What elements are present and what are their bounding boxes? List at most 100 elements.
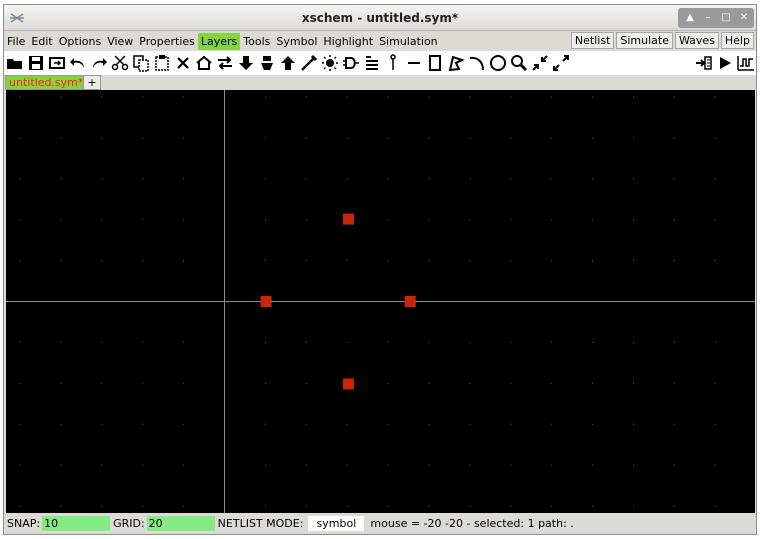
tab-bar: untitled.sym* + [4,75,756,90]
menu-symbol[interactable]: Symbol [273,33,320,50]
polygon-icon[interactable] [445,52,466,74]
menu-edit[interactable]: Edit [28,33,55,50]
canvas-grid[interactable] [6,90,755,513]
paste-icon[interactable] [151,52,172,74]
grid-dot [510,382,512,384]
zoom-icon[interactable] [508,52,529,74]
symbol-pin-0[interactable] [343,213,354,225]
symbol-pin-1[interactable] [260,296,272,307]
window-title: xschem - untitled.sym* [301,11,459,25]
wire-icon[interactable] [298,52,319,74]
grid-dot [19,219,21,221]
menu-simulation[interactable]: Simulation [376,33,441,50]
highlight-icon[interactable] [319,52,340,74]
push-down-icon[interactable] [235,52,256,74]
undo-icon[interactable] [67,52,88,74]
grid-label: GRID: [113,516,145,530]
grid-dot [183,341,185,343]
grid-dot [469,178,471,180]
grid-dot [551,464,553,466]
pop-up-icon[interactable] [277,52,298,74]
snap-input[interactable]: 10 [42,515,111,531]
grid-dot [551,219,553,221]
grid-input[interactable]: 20 [146,515,215,531]
reload-icon[interactable] [46,52,67,74]
shade-icon[interactable]: ▲ [682,9,698,27]
line-icon[interactable] [403,52,424,74]
make-symbol-icon[interactable] [256,52,277,74]
symbol-pin-2[interactable] [404,296,416,307]
grid-dot [714,260,716,262]
flip-icon[interactable] [214,52,235,74]
circle-icon[interactable] [487,52,508,74]
grid-dot [60,260,62,262]
menu-file[interactable]: File [4,33,28,50]
cut-icon[interactable] [109,52,130,74]
simulate-play-icon[interactable] [714,52,735,74]
menu-right-buttons: Netlist Simulate Waves Help [569,32,754,50]
menu-view[interactable]: View [104,33,136,50]
grid-dot [387,96,389,98]
grid-dot [19,423,21,425]
grid-dot [183,423,185,425]
grid-dot [19,137,21,139]
maximize-icon[interactable]: □ [718,9,734,27]
grid-dot [387,137,389,139]
grid-dot [551,382,553,384]
grid-dot [264,260,266,262]
menu-properties[interactable]: Properties [136,33,198,50]
grid-dot [387,178,389,180]
grid-dot [428,96,430,98]
grid-dot [264,341,266,343]
netlist-list-icon[interactable] [361,52,382,74]
save-icon[interactable] [25,52,46,74]
grid-dot [510,341,512,343]
copy-icon[interactable] [130,52,151,74]
grid-dot [305,219,307,221]
rectangle-icon[interactable] [424,52,445,74]
simulate-button[interactable]: Simulate [616,32,673,49]
grid-dot [264,178,266,180]
menu-highlight[interactable]: Highlight [320,33,376,50]
grid-dot [469,96,471,98]
grid-dot [592,464,594,466]
grid-dot [264,219,266,221]
library-icon[interactable] [193,52,214,74]
minimize-icon[interactable]: – [700,9,716,27]
menu-layers[interactable]: Layers [197,32,241,50]
drawing-canvas[interactable] [6,90,755,513]
help-button[interactable]: Help [720,32,754,49]
menu-options[interactable]: Options [56,33,104,50]
grid-dot [101,464,103,466]
grid-dot [183,178,185,180]
delete-icon[interactable] [172,52,193,74]
grid-dot [387,423,389,425]
grid-dot [428,137,430,139]
zoom-in-icon[interactable] [529,52,550,74]
grid-dot [101,137,103,139]
symbol-pin-3[interactable] [343,378,354,390]
grid-dot [101,96,103,98]
pin-icon[interactable] [382,52,403,74]
zoom-out-icon[interactable] [550,52,571,74]
grid-dot [19,382,21,384]
grid-dot [305,505,307,507]
netlist-mode-value[interactable]: symbol [308,515,365,531]
netlist-export-icon[interactable] [693,52,714,74]
gate-icon[interactable] [340,52,361,74]
grid-dot [428,423,430,425]
grid-dot [673,464,675,466]
open-file-icon[interactable] [4,52,25,74]
redo-icon[interactable] [88,52,109,74]
add-tab-button[interactable]: + [83,75,101,90]
menu-tools[interactable]: Tools [240,33,273,50]
status-bar: SNAP: 10 GRID: 20 NETLIST MODE: symbol m… [4,514,756,532]
netlist-button[interactable]: Netlist [570,32,615,49]
arc-icon[interactable] [466,52,487,74]
grid-dot [183,260,185,262]
close-icon[interactable]: ✕ [736,9,752,27]
waves-button[interactable]: Waves [675,32,719,49]
grid-dot [551,96,553,98]
tab-untitled-sym[interactable]: untitled.sym* [5,75,88,90]
waves-icon[interactable] [735,52,756,74]
